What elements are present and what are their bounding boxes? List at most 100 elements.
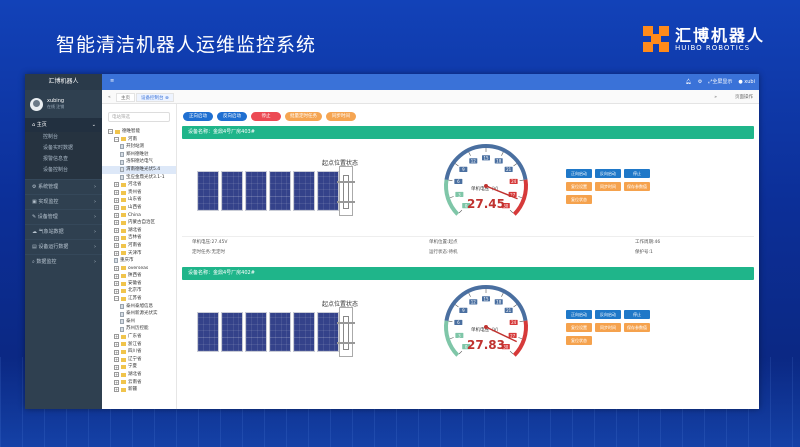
- tree-node[interactable]: + 山东省: [102, 196, 176, 204]
- tree-node[interactable]: + 贵州省: [102, 189, 176, 197]
- sidebar-item-runtime[interactable]: ▤ 设备运行数据 ›: [25, 239, 102, 254]
- avatar[interactable]: [30, 97, 43, 111]
- expand-toggle-icon[interactable]: −: [114, 136, 119, 142]
- device-control-button[interactable]: 复位状态: [566, 336, 592, 345]
- sidebar-item-data[interactable]: ⌕ 数据监控 ›: [25, 254, 102, 269]
- tree-node[interactable]: 泰州泰旭信息: [102, 303, 176, 311]
- expand-toggle-icon[interactable]: +: [114, 334, 119, 340]
- expand-toggle-icon[interactable]: +: [114, 357, 119, 363]
- tree-node[interactable]: + 浙江省: [102, 341, 176, 349]
- tree-node[interactable]: − 江苏省: [102, 295, 176, 303]
- bell-icon[interactable]: 🔔︎: [685, 79, 691, 85]
- tab-next-icon[interactable]: »: [710, 93, 721, 102]
- sidebar-item-home[interactable]: ⌂ 主页 ⌄: [25, 118, 102, 132]
- tree-node[interactable]: + 广东省: [102, 333, 176, 341]
- sidebar-item-system[interactable]: ⚙ 系统管理 ›: [25, 179, 102, 194]
- user-status[interactable]: 在线 注销: [47, 104, 64, 110]
- tree-node[interactable]: + overseas: [102, 265, 176, 273]
- device-control-button[interactable]: 保存参数值: [624, 323, 650, 332]
- expand-toggle-icon[interactable]: +: [114, 364, 119, 370]
- tree-node[interactable]: + 内蒙古自治区: [102, 219, 176, 227]
- device-control-button[interactable]: 复位状态: [566, 195, 592, 204]
- sidebar-sub-alarm[interactable]: 报警信息查: [25, 154, 102, 165]
- device-control-button[interactable]: 同步时间: [595, 323, 621, 332]
- tree-node[interactable]: 泰州: [102, 318, 176, 326]
- tab-prev-icon[interactable]: «: [104, 93, 115, 102]
- tree-node[interactable]: + 辽宁省: [102, 356, 176, 364]
- tree-node[interactable]: 郑州德唯驻: [102, 151, 176, 159]
- tree-node[interactable]: + 湖北省: [102, 227, 176, 235]
- action-button-2[interactable]: 停止: [251, 112, 281, 121]
- expand-toggle-icon[interactable]: +: [114, 273, 119, 279]
- expand-toggle-icon[interactable]: +: [114, 235, 119, 241]
- tree-node[interactable]: 开封站测: [102, 143, 176, 151]
- device-control-button[interactable]: 正向启动: [566, 310, 592, 319]
- tree-node[interactable]: + 新疆: [102, 386, 176, 394]
- fullscreen-button[interactable]: ⤢全屏显示: [708, 78, 732, 85]
- tab-home[interactable]: 主页: [116, 93, 135, 102]
- expand-toggle-icon[interactable]: +: [114, 349, 119, 355]
- device-control-button[interactable]: 反向启动: [595, 310, 621, 319]
- sidebar-item-weather[interactable]: ☁ 气象站数据 ›: [25, 224, 102, 239]
- sidebar-sub-realtime[interactable]: 设备实时数据: [25, 143, 102, 154]
- tree-node[interactable]: + 河南省: [102, 242, 176, 250]
- expand-toggle-icon[interactable]: +: [114, 190, 119, 196]
- expand-toggle-icon[interactable]: +: [114, 387, 119, 393]
- tree-node[interactable]: + 安徽省: [102, 280, 176, 288]
- tree-node[interactable]: 苏州历控能: [102, 325, 176, 333]
- device-control-button[interactable]: 停止: [624, 310, 650, 319]
- expand-toggle-icon[interactable]: +: [114, 212, 119, 218]
- tree-node[interactable]: 洛阳德达电气: [102, 158, 176, 166]
- sidebar-sub-console[interactable]: 控制台: [25, 132, 102, 143]
- device-control-button[interactable]: 保存参数值: [624, 182, 650, 191]
- tree-node[interactable]: − 河南: [102, 136, 176, 144]
- tree-node[interactable]: 重庆市: [102, 257, 176, 265]
- tree-node[interactable]: + 吉林省: [102, 234, 176, 242]
- expand-toggle-icon[interactable]: +: [114, 281, 119, 287]
- tree-node[interactable]: + 湖北省: [102, 371, 176, 379]
- tree-node[interactable]: + 北京市: [102, 287, 176, 295]
- tree-node[interactable]: + 四川省: [102, 348, 176, 356]
- device-control-button[interactable]: 同步时间: [595, 182, 621, 191]
- expand-toggle-icon[interactable]: +: [114, 288, 119, 294]
- page-actions-button[interactable]: 页面操作: [731, 93, 757, 102]
- tree-node[interactable]: 宝应金鼎光伏3.1-1: [102, 174, 176, 182]
- expand-toggle-icon[interactable]: +: [114, 182, 119, 188]
- expand-toggle-icon[interactable]: +: [114, 228, 119, 234]
- close-icon[interactable]: ⊗: [165, 96, 169, 101]
- expand-toggle-icon[interactable]: +: [114, 250, 119, 256]
- device-control-button[interactable]: 反向启动: [595, 169, 621, 178]
- action-button-1[interactable]: 反向启动: [217, 112, 247, 121]
- user-menu[interactable]: ● xubi: [738, 79, 755, 85]
- settings-icon[interactable]: ⚙: [698, 79, 702, 85]
- tree-node[interactable]: + 云南省: [102, 379, 176, 387]
- menu-toggle-icon[interactable]: ≡: [110, 78, 114, 84]
- sidebar-item-monitor[interactable]: ▣ 实现监控 ›: [25, 194, 102, 209]
- device-control-button[interactable]: 复位设置: [566, 323, 592, 332]
- expand-toggle-icon[interactable]: +: [114, 197, 119, 203]
- device-control-button[interactable]: 复位设置: [566, 182, 592, 191]
- expand-toggle-icon[interactable]: +: [114, 205, 119, 211]
- expand-toggle-icon[interactable]: +: [114, 379, 119, 385]
- tab-device-console[interactable]: 设备控制台 ⊗: [136, 93, 174, 102]
- expand-toggle-icon[interactable]: +: [114, 372, 119, 378]
- tree-node[interactable]: + 宁夏: [102, 363, 176, 371]
- expand-toggle-icon[interactable]: +: [114, 243, 119, 249]
- sidebar-item-devices[interactable]: ✎ 设备管理 ›: [25, 209, 102, 224]
- tree-node[interactable]: 泰州新源光伏实: [102, 310, 176, 318]
- tree-node[interactable]: + 天津市: [102, 250, 176, 258]
- expand-toggle-icon[interactable]: +: [114, 220, 119, 226]
- action-button-4[interactable]: 同步时间: [326, 112, 356, 121]
- action-button-0[interactable]: 正向启动: [183, 112, 213, 121]
- device-control-button[interactable]: 正向启动: [566, 169, 592, 178]
- expand-toggle-icon[interactable]: +: [114, 265, 119, 271]
- expand-toggle-icon[interactable]: −: [114, 296, 119, 302]
- tree-node[interactable]: − 德唯智能: [102, 128, 176, 136]
- tree-node[interactable]: + 山西省: [102, 204, 176, 212]
- action-button-3[interactable]: 批量定时任务: [285, 112, 322, 121]
- sidebar-sub-device-console[interactable]: 设备控制台: [25, 165, 102, 176]
- device-control-button[interactable]: 停止: [624, 169, 650, 178]
- tree-search-input[interactable]: 电站筛选⌕: [108, 112, 170, 122]
- tree-node[interactable]: 渭南德唯光伏5.4: [102, 165, 176, 174]
- tree-node[interactable]: + 陕西省: [102, 272, 176, 280]
